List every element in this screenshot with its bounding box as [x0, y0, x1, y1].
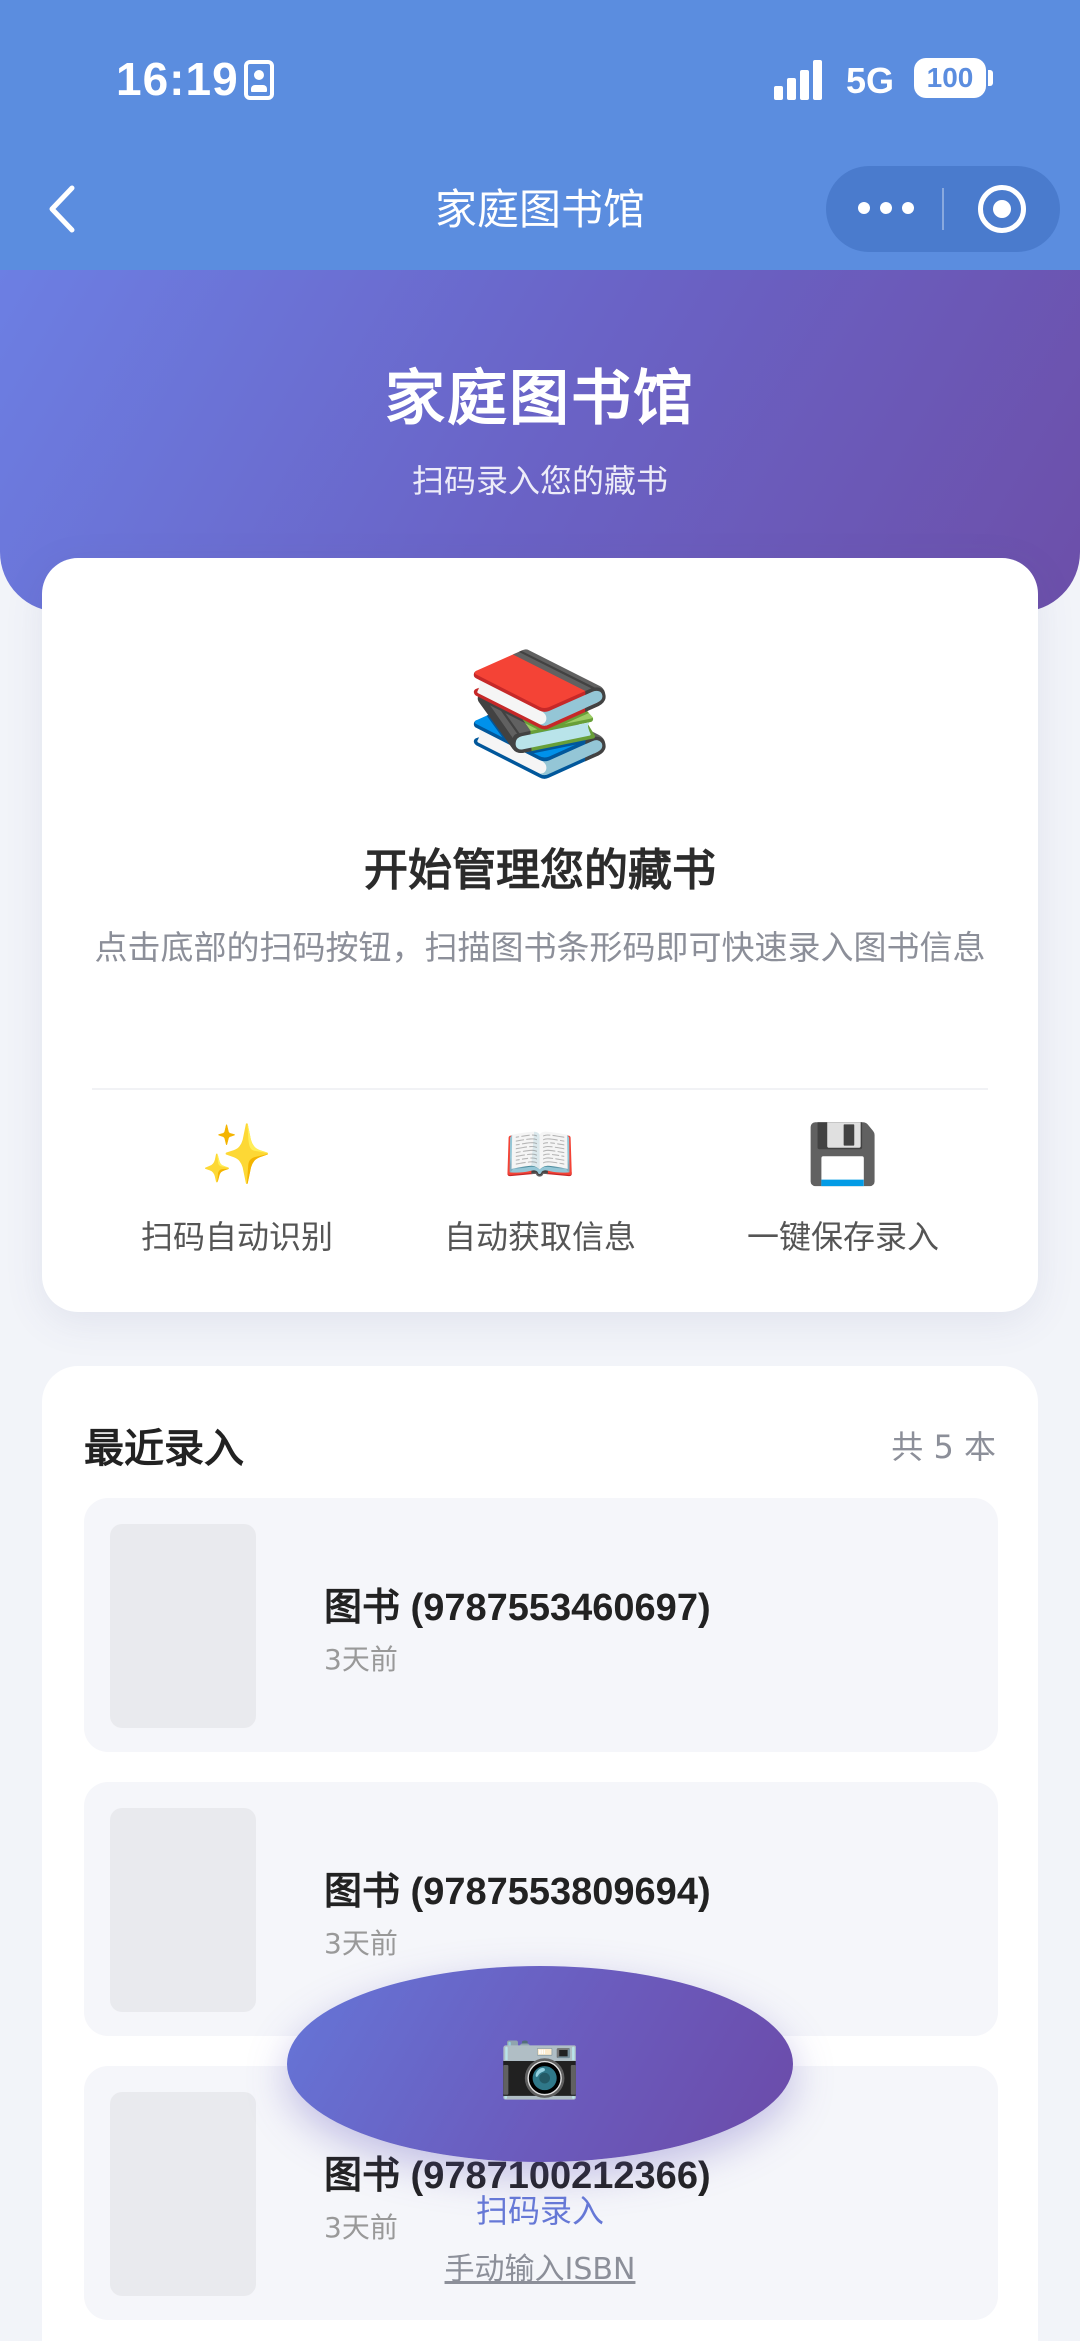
feature-auto-fetch: 📖 自动获取信息 [390, 1114, 690, 1258]
manual-isbn-link[interactable]: 手动输入ISBN [340, 2244, 740, 2288]
intro-description: 点击底部的扫码按钮，扫描图书条形码即可快速录入图书信息 [94, 928, 986, 967]
recent-count: 共 5 本 [891, 1428, 996, 1466]
feature-label: 自动获取信息 [443, 1218, 636, 1256]
sparkles-icon: ✨ [200, 1120, 274, 1188]
book-added-time: 3天前 [324, 1643, 398, 1676]
close-mini-program-icon[interactable] [978, 185, 1026, 233]
scan-label[interactable]: 扫码录入 [340, 2186, 740, 2232]
books-icon: 📚 [465, 644, 615, 783]
back-arrow-icon[interactable] [44, 184, 84, 234]
top-bar: 16:19 5G 100 家庭图书馆 [0, 0, 1080, 270]
intro-title: 开始管理您的藏书 [364, 845, 716, 896]
hero-subtitle: 扫码录入您的藏书 [411, 462, 668, 500]
open-book-icon: 📖 [503, 1120, 577, 1188]
intro-card: 📚 开始管理您的藏书 点击底部的扫码按钮，扫描图书条形码即可快速录入图书信息 ✨… [42, 558, 1038, 1312]
scan-button[interactable]: 📷 [287, 1966, 793, 2162]
book-cover-placeholder [110, 2092, 256, 2296]
feature-one-click-save: 💾 一键保存录入 [693, 1114, 993, 1258]
more-options-icon[interactable] [858, 196, 914, 222]
status-time: 16:19 [116, 53, 239, 105]
book-cover-placeholder [110, 1808, 256, 2012]
book-added-time: 3天前 [324, 1927, 398, 1960]
feature-label: 扫码自动识别 [140, 1218, 333, 1256]
camera-icon: 📷 [498, 2025, 582, 2102]
feature-label: 一键保存录入 [746, 1218, 939, 1256]
divider [92, 1088, 988, 1090]
signal-strength-icon [774, 60, 830, 100]
book-title: 图书 (9787553809694) [324, 1871, 711, 1913]
contact-card-icon [244, 60, 274, 100]
floppy-disk-icon: 💾 [806, 1120, 880, 1188]
book-cover-placeholder [110, 1524, 256, 1728]
battery-tip [988, 70, 993, 86]
mini-program-capsule [826, 166, 1060, 252]
book-title: 图书 (9787553460697) [324, 1587, 711, 1629]
hero-title: 家庭图书馆 [385, 364, 695, 434]
battery-icon: 100 [914, 58, 986, 98]
recent-title: 最近录入 [84, 1426, 244, 1472]
nav-title: 家庭图书馆 [434, 185, 645, 234]
network-type: 5G [846, 60, 895, 101]
book-list-item[interactable]: 图书 (9787553460697) 3天前 [84, 1498, 998, 1752]
feature-auto-recognize: ✨ 扫码自动识别 [87, 1114, 387, 1258]
capsule-divider [942, 188, 944, 230]
